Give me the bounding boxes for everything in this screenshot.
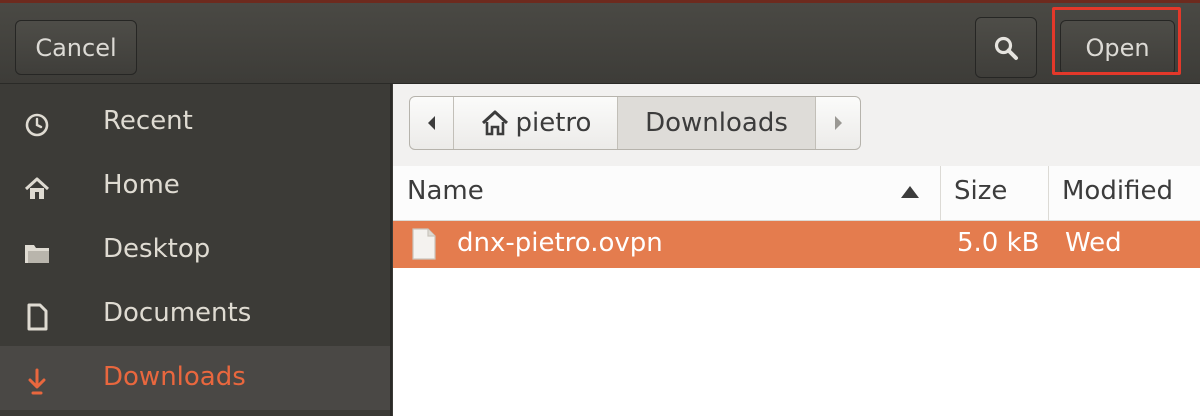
home-icon (481, 110, 508, 136)
search-icon (994, 36, 1018, 60)
sort-ascending-icon (901, 186, 919, 198)
chevron-left-icon (427, 116, 435, 130)
column-header-modified[interactable]: Modified (1062, 176, 1173, 206)
sidebar-item-label: Home (103, 170, 180, 200)
cancel-button[interactable]: Cancel (15, 20, 137, 75)
document-icon (27, 303, 48, 331)
home-icon (24, 177, 50, 199)
sidebar-item-desktop[interactable]: Desktop (0, 218, 390, 282)
sidebar-item-recent[interactable]: Recent (0, 90, 390, 154)
path-home-label: pietro (515, 108, 592, 138)
places-sidebar: Recent Home Desktop Documents Downloads (0, 84, 392, 416)
path-scroll-right-button[interactable] (816, 97, 860, 149)
file-list: Name Size Modified dnx-pietro.ovpn 5.0 k… (393, 166, 1200, 416)
table-row[interactable]: dnx-pietro.ovpn 5.0 kB Wed (393, 221, 1200, 268)
path-bar: pietro Downloads (409, 96, 861, 150)
column-separator (1048, 166, 1049, 220)
column-header-size[interactable]: Size (954, 176, 1007, 206)
sidebar-item-label: Documents (103, 298, 252, 328)
file-icon (412, 228, 436, 260)
file-browser-pane: pietro Downloads Name Size Modified dnx-… (393, 84, 1200, 416)
clock-icon (25, 113, 49, 137)
file-name: dnx-pietro.ovpn (457, 228, 663, 258)
sidebar-item-documents[interactable]: Documents (0, 282, 390, 346)
path-current-label: Downloads (645, 108, 788, 138)
sidebar-item-label: Desktop (103, 234, 211, 264)
file-modified: Wed (1065, 228, 1122, 258)
path-scroll-left-button[interactable] (410, 97, 454, 149)
path-downloads-button[interactable]: Downloads (618, 97, 816, 149)
dialog-header-bar: Cancel Open (0, 3, 1200, 84)
sidebar-item-downloads[interactable]: Downloads (0, 346, 390, 410)
sidebar-item-label: Recent (103, 106, 193, 136)
chevron-right-icon (835, 116, 842, 130)
column-header-name[interactable]: Name (407, 176, 484, 206)
file-list-header: Name Size Modified (393, 166, 1200, 221)
file-size: 5.0 kB (957, 228, 1040, 258)
column-separator (940, 166, 941, 220)
download-icon (28, 368, 46, 395)
path-home-button[interactable]: pietro (454, 97, 618, 149)
search-button[interactable] (975, 17, 1037, 78)
open-button-highlight (1052, 7, 1181, 75)
sidebar-item-home[interactable]: Home (0, 154, 390, 218)
folder-icon (25, 245, 49, 263)
sidebar-item-label: Downloads (103, 362, 246, 392)
